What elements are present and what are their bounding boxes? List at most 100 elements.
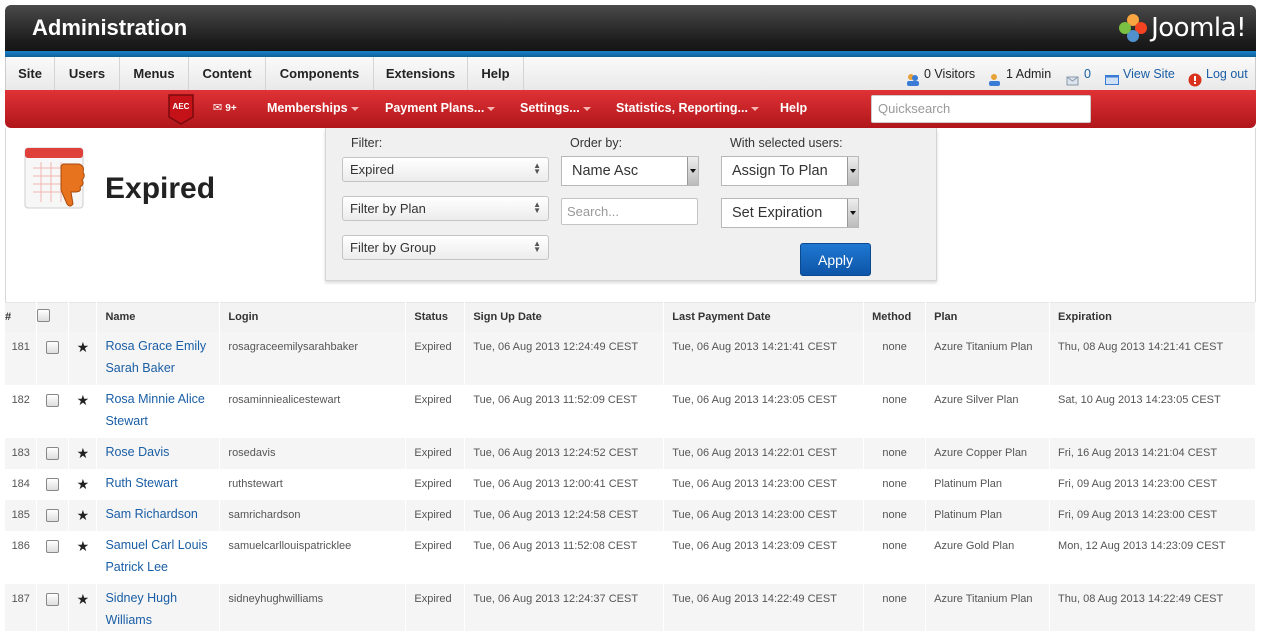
col-expiration[interactable]: Expiration bbox=[1049, 302, 1256, 332]
quicksearch-input[interactable]: Quicksearch bbox=[871, 95, 1091, 123]
apply-button[interactable]: Apply bbox=[800, 243, 871, 276]
row-login: sidneyhughwilliams bbox=[219, 583, 407, 631]
status-filter-select[interactable]: Expired ▲ ▼ bbox=[342, 157, 549, 182]
row-signup-date: Tue, 06 Aug 2013 12:24:49 CEST bbox=[464, 331, 665, 385]
row-select-cell bbox=[36, 384, 70, 438]
row-checkbox[interactable] bbox=[46, 477, 60, 491]
row-name-link[interactable]: Sidney Hugh Williams bbox=[96, 583, 221, 631]
row-checkbox[interactable] bbox=[46, 508, 60, 522]
submenu-statistics-label: Statistics, Reporting... bbox=[616, 101, 748, 115]
col-select-all[interactable] bbox=[36, 302, 70, 332]
row-last-payment-date: Tue, 06 Aug 2013 14:22:49 CEST bbox=[663, 583, 865, 631]
submenu-settings[interactable]: Settings... bbox=[520, 101, 591, 115]
row-plan: Platinum Plan bbox=[925, 499, 1051, 531]
mail-notification[interactable]: ✉ 9+ bbox=[213, 101, 237, 114]
table-header-row: # Name Login Status Sign Up Date Last Pa… bbox=[5, 302, 1256, 332]
row-number: 181 bbox=[5, 331, 38, 385]
joomla-logo[interactable]: Joomla! bbox=[1119, 13, 1246, 43]
order-select[interactable]: Name Asc bbox=[561, 156, 699, 186]
menu-menus[interactable]: Menus bbox=[120, 57, 189, 90]
col-name[interactable]: Name bbox=[96, 302, 221, 332]
table-row: 185 ★ Sam Richardson samrichardson Expired Tu… bbox=[5, 499, 1256, 531]
row-checkbox[interactable] bbox=[46, 393, 60, 407]
row-expiration: Sat, 10 Aug 2013 14:23:05 CEST bbox=[1049, 384, 1256, 438]
menu-extensions[interactable]: Extensions bbox=[374, 57, 468, 90]
row-login: rosaminniealicestewart bbox=[219, 384, 407, 438]
row-method: none bbox=[863, 530, 927, 584]
view-site-label: View Site bbox=[1123, 66, 1175, 81]
submenu-memberships[interactable]: Memberships bbox=[267, 101, 359, 115]
menu-components[interactable]: Components bbox=[266, 57, 374, 90]
filter-label: Filter: bbox=[351, 136, 383, 150]
mail-badge: 9+ bbox=[225, 103, 237, 114]
star-icon: ★ bbox=[76, 338, 90, 355]
row-checkbox[interactable] bbox=[46, 446, 60, 460]
col-lastpay[interactable]: Last Payment Date bbox=[663, 302, 865, 332]
row-login: rosedavis bbox=[219, 437, 407, 469]
table-row: 186 ★ Samuel Carl Louis Patrick Lee samuelc… bbox=[5, 530, 1256, 584]
row-status: Expired bbox=[405, 499, 466, 531]
submenu-payment-plans[interactable]: Payment Plans... bbox=[385, 101, 496, 115]
order-label: Order by: bbox=[570, 136, 623, 150]
submenu-settings-label: Settings... bbox=[520, 101, 580, 115]
mail-icon: ✉ bbox=[213, 102, 223, 114]
aec-logo-icon[interactable]: AEC bbox=[167, 93, 195, 125]
row-name-link[interactable]: Samuel Carl Louis Patrick Lee bbox=[96, 530, 221, 584]
row-name-link[interactable]: Sam Richardson bbox=[96, 499, 221, 531]
select-arrows-icon: ▲ ▼ bbox=[533, 200, 541, 215]
logout-link[interactable]: Log out bbox=[1188, 57, 1248, 90]
assign-plan-select[interactable]: Assign To Plan bbox=[721, 156, 859, 186]
row-name-link[interactable]: Rosa Minnie Alice Stewart bbox=[96, 384, 221, 438]
col-number[interactable]: # bbox=[5, 302, 38, 332]
col-login[interactable]: Login bbox=[219, 302, 407, 332]
joomla-mark-icon bbox=[1119, 14, 1148, 42]
messages-status[interactable]: 0 bbox=[1066, 57, 1091, 90]
submenu-help[interactable]: Help bbox=[780, 101, 807, 115]
menu-help[interactable]: Help bbox=[468, 57, 524, 90]
col-plan[interactable]: Plan bbox=[925, 302, 1051, 332]
row-name-link[interactable]: Rose Davis bbox=[96, 437, 221, 469]
menu-site[interactable]: Site bbox=[6, 57, 55, 90]
row-login: ruthstewart bbox=[219, 468, 407, 500]
row-expiration: Fri, 16 Aug 2013 14:21:04 CEST bbox=[1049, 437, 1256, 469]
plan-filter-select[interactable]: Filter by Plan ▲ ▼ bbox=[342, 196, 549, 221]
row-flag-cell: ★ bbox=[68, 530, 98, 584]
set-expiration-select[interactable]: Set Expiration bbox=[721, 198, 859, 228]
admins-count: 1 Admin bbox=[1006, 66, 1052, 81]
row-status: Expired bbox=[405, 468, 466, 500]
col-method[interactable]: Method bbox=[863, 302, 927, 332]
admins-status[interactable]: 1 Admin bbox=[988, 57, 1051, 90]
row-checkbox[interactable] bbox=[46, 340, 60, 354]
select-arrows-icon: ▲ ▼ bbox=[533, 161, 541, 176]
view-site-link[interactable]: View Site bbox=[1105, 57, 1175, 90]
row-select-cell bbox=[36, 437, 70, 469]
view-site-icon bbox=[1105, 67, 1119, 85]
logout-label: Log out bbox=[1206, 66, 1248, 81]
dropdown-arrow-icon bbox=[847, 157, 858, 185]
menu-users[interactable]: Users bbox=[55, 57, 120, 90]
group-filter-select[interactable]: Filter by Group ▲ ▼ bbox=[342, 235, 549, 260]
table-row: 187 ★ Sidney Hugh Williams sidneyhughwillia… bbox=[5, 583, 1256, 631]
row-select-cell bbox=[36, 331, 70, 385]
row-last-payment-date: Tue, 06 Aug 2013 14:23:09 CEST bbox=[663, 530, 865, 584]
set-expiration-value: Set Expiration bbox=[732, 205, 823, 221]
visitors-status[interactable]: 0 Visitors bbox=[906, 57, 975, 90]
menu-content[interactable]: Content bbox=[189, 57, 266, 90]
row-name-link[interactable]: Rosa Grace Emily Sarah Baker bbox=[96, 331, 221, 385]
row-checkbox[interactable] bbox=[46, 592, 60, 606]
row-checkbox[interactable] bbox=[46, 539, 60, 553]
star-icon: ★ bbox=[76, 444, 90, 461]
row-status: Expired bbox=[405, 583, 466, 631]
row-status: Expired bbox=[405, 530, 466, 584]
row-plan: Azure Titanium Plan bbox=[925, 331, 1051, 385]
table-row: 181 ★ Rosa Grace Emily Sarah Baker rosagrac… bbox=[5, 331, 1256, 385]
status-filter-value: Expired bbox=[350, 162, 395, 177]
submenu-statistics[interactable]: Statistics, Reporting... bbox=[616, 101, 759, 115]
col-signup[interactable]: Sign Up Date bbox=[464, 302, 665, 332]
search-input[interactable]: Search... bbox=[561, 198, 698, 225]
col-status[interactable]: Status bbox=[405, 302, 466, 332]
select-all-checkbox[interactable] bbox=[37, 309, 51, 323]
row-select-cell bbox=[36, 499, 70, 531]
row-name-link[interactable]: Ruth Stewart bbox=[96, 468, 221, 500]
row-method: none bbox=[863, 331, 927, 385]
